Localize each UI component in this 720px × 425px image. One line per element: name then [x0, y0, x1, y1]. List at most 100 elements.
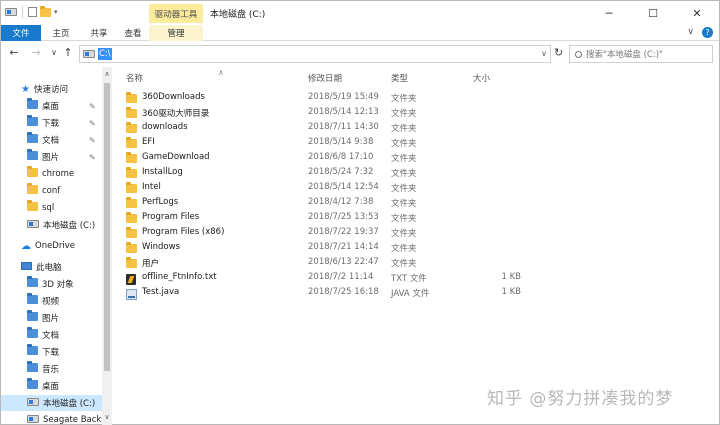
- nav-item[interactable]: ★ 快速访问: [1, 81, 102, 97]
- nav-scrollbar[interactable]: ∧ ∨: [102, 67, 112, 425]
- tab-home[interactable]: 主页: [43, 25, 79, 41]
- back-arrow-icon[interactable]: ←: [7, 46, 21, 59]
- download-folder-icon: [27, 115, 38, 129]
- pin-icon: ✎: [89, 152, 96, 162]
- file-row[interactable]: Program Files (x86) 2018/7/22 19:37 文件夹: [118, 225, 538, 240]
- refresh-icon[interactable]: ↻: [554, 46, 563, 59]
- ribbon-tabs: 文件 主页 共享 查看 管理 ∨ ?: [1, 25, 719, 41]
- music-folder-icon: [27, 361, 38, 375]
- file-row[interactable]: Test.java 2018/7/25 16:18 JAVA 文件 1 KB: [118, 285, 538, 300]
- nav-item[interactable]: 图片 ✎: [1, 149, 102, 165]
- nav-item[interactable]: 本地磁盘 (C:): [1, 395, 102, 411]
- file-name: 360驱动大师目录: [142, 109, 210, 119]
- column-type[interactable]: 类型: [391, 70, 408, 86]
- file-list: 名称 ∧ 修改日期 类型 大小 360Downloads 2018/5/19 15…: [118, 67, 718, 425]
- file-date: 2018/6/8 17:10: [308, 152, 374, 162]
- file-type: 文件夹: [391, 94, 417, 104]
- minimize-button[interactable]: ─: [587, 1, 631, 25]
- scroll-thumb[interactable]: [104, 83, 110, 371]
- address-path[interactable]: C:\: [98, 48, 112, 60]
- nav-item-label: 音乐: [42, 365, 60, 375]
- up-arrow-icon[interactable]: ↑: [61, 46, 75, 59]
- file-name: Program Files (x86): [142, 227, 225, 237]
- nav-item[interactable]: 文档 ✎: [1, 132, 102, 148]
- nav-item-label: 下载: [42, 348, 60, 358]
- file-row[interactable]: 360Downloads 2018/5/19 15:49 文件夹: [118, 90, 538, 105]
- file-row[interactable]: EFI 2018/5/14 9:38 文件夹: [118, 135, 538, 150]
- nav-item[interactable]: conf: [1, 183, 102, 199]
- search-box[interactable]: 搜索"本地磁盘 (C:)": [569, 45, 713, 63]
- file-type: 文件夹: [391, 109, 417, 119]
- column-size[interactable]: 大小: [473, 70, 490, 86]
- nav-item[interactable]: 文档: [1, 327, 102, 343]
- nav-item-label: 3D 对象: [42, 280, 74, 290]
- nav-item-label: conf: [42, 186, 61, 196]
- recent-locations-icon[interactable]: ∨: [47, 48, 61, 57]
- watermark: 知乎 @努力拼凑我的梦: [487, 389, 674, 409]
- file-row[interactable]: 用户 2018/6/13 22:47 文件夹: [118, 255, 538, 270]
- nav-item[interactable]: sql: [1, 200, 102, 216]
- file-row[interactable]: PerfLogs 2018/4/12 7:38 文件夹: [118, 195, 538, 210]
- nav-item-label: sql: [42, 203, 55, 213]
- column-name[interactable]: 名称 ∧: [126, 68, 224, 86]
- file-name: Test.java: [142, 287, 180, 297]
- tab-share[interactable]: 共享: [81, 25, 117, 41]
- nav-item[interactable]: Seagate Backup: [1, 412, 112, 425]
- nav-item[interactable]: 本地磁盘 (C:): [1, 217, 102, 233]
- file-date: 2018/5/24 7:32: [308, 167, 374, 177]
- nav-item[interactable]: 下载 ✎: [1, 115, 102, 131]
- nav-item[interactable]: 视频: [1, 293, 102, 309]
- drive-icon: [5, 8, 17, 16]
- collapse-ribbon-icon[interactable]: ∨: [687, 27, 694, 38]
- help-icon[interactable]: ?: [702, 27, 713, 38]
- file-name: Windows: [142, 242, 180, 252]
- nav-item[interactable]: 下载: [1, 344, 102, 360]
- close-button[interactable]: ✕: [675, 1, 719, 25]
- file-name: Intel: [142, 182, 161, 192]
- file-row[interactable]: GameDownload 2018/6/8 17:10 文件夹: [118, 150, 538, 165]
- file-type: 文件夹: [391, 244, 417, 254]
- file-row[interactable]: Windows 2018/7/21 14:14 文件夹: [118, 240, 538, 255]
- file-row[interactable]: 360驱动大师目录 2018/5/14 12:13 文件夹: [118, 105, 538, 120]
- search-placeholder: 搜索"本地磁盘 (C:)": [586, 50, 663, 60]
- nav-item[interactable]: 图片: [1, 310, 102, 326]
- nav-item-label: 文档: [42, 331, 60, 341]
- file-type: 文件夹: [391, 169, 417, 179]
- file-row[interactable]: offline_FtnInfo.txt 2018/7/2 11:14 TXT 文件 1…: [118, 270, 538, 285]
- file-row[interactable]: Intel 2018/5/14 12:54 文件夹: [118, 180, 538, 195]
- file-row[interactable]: Program Files 2018/7/25 13:53 文件夹: [118, 210, 538, 225]
- tab-file[interactable]: 文件: [1, 25, 41, 41]
- file-name: 用户: [142, 259, 160, 269]
- new-folder-icon[interactable]: [40, 5, 51, 17]
- file-size: 1 KB: [501, 272, 521, 282]
- customize-toolbar-icon[interactable]: ▾: [54, 8, 58, 16]
- nav-item[interactable]: 此电脑: [1, 259, 102, 275]
- file-type: JAVA 文件: [391, 289, 430, 299]
- tab-manage[interactable]: 管理: [149, 25, 203, 41]
- video-folder-icon: [27, 293, 38, 307]
- file-type: 文件夹: [391, 259, 417, 269]
- file-date: 2018/5/14 12:13: [308, 107, 379, 117]
- file-row[interactable]: InstallLog 2018/5/24 7:32 文件夹: [118, 165, 538, 180]
- folder-icon: [27, 200, 38, 214]
- nav-item[interactable]: 3D 对象: [1, 276, 102, 292]
- file-date: 2018/7/25 13:53: [308, 212, 379, 222]
- nav-item[interactable]: 音乐: [1, 361, 102, 377]
- pin-icon: ✎: [89, 135, 96, 145]
- nav-item[interactable]: 桌面 ✎: [1, 98, 102, 114]
- nav-item[interactable]: chrome: [1, 166, 102, 182]
- address-dropdown-icon[interactable]: ∨: [541, 49, 547, 58]
- nav-item[interactable]: 桌面: [1, 378, 102, 394]
- address-bar[interactable]: C:\ ∨: [79, 45, 551, 63]
- tab-view[interactable]: 查看: [117, 25, 149, 41]
- scroll-up-icon[interactable]: ∧: [102, 70, 112, 78]
- nav-item[interactable]: ☁ OneDrive: [1, 238, 102, 254]
- properties-icon[interactable]: [28, 7, 37, 17]
- maximize-button[interactable]: ☐: [631, 1, 675, 25]
- file-row[interactable]: downloads 2018/7/11 14:30 文件夹: [118, 120, 538, 135]
- scroll-down-icon[interactable]: ∨: [102, 413, 112, 421]
- column-date[interactable]: 修改日期: [308, 70, 342, 86]
- nav-item-label: 本地磁盘 (C:): [43, 221, 96, 231]
- file-type: 文件夹: [391, 124, 417, 134]
- forward-arrow-icon[interactable]: →: [29, 46, 43, 59]
